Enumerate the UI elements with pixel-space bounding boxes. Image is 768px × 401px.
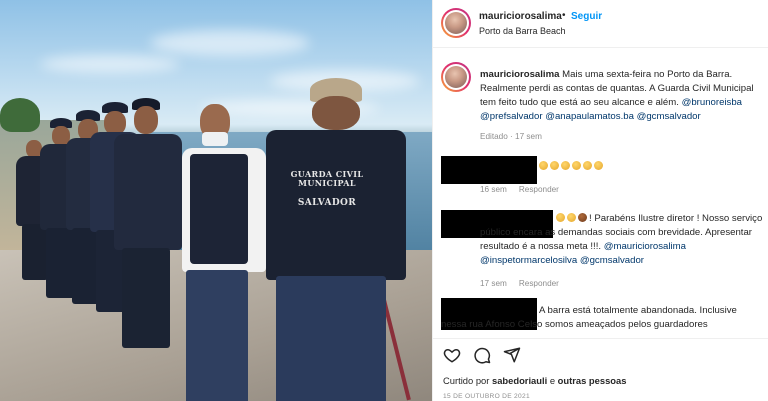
shirt-text: GUARDA CIVIL MUNICIPAL SALVADOR [290, 169, 364, 209]
reply-button[interactable]: Responder [519, 185, 559, 194]
liked-by-others[interactable]: outras pessoas [558, 375, 627, 386]
post-side-panel: mauriciorosalima • Seguir Porto da Barra… [432, 0, 768, 401]
redacted-comment-user [441, 210, 473, 238]
mention-link[interactable]: @inspetormarcelosilva [480, 255, 577, 266]
mention-link[interactable]: @anapaulamatos.ba [545, 111, 634, 122]
comment-emojis [539, 160, 605, 174]
liked-by: Curtido por sabedoriauli e outras pessoa… [443, 375, 627, 386]
redacted-comment-user [441, 156, 537, 184]
avatar[interactable] [441, 8, 471, 38]
comments-list[interactable]: mauriciorosalima Mais uma sexta-feira no… [433, 48, 768, 335]
follow-button[interactable]: Seguir [571, 11, 602, 22]
location-link[interactable]: Porto da Barra Beach [479, 26, 566, 36]
comment-icon[interactable] [473, 346, 491, 364]
mention-link[interactable]: @gcmsalvador [580, 255, 644, 266]
share-icon[interactable] [503, 346, 521, 364]
comment-time: 17 sem [480, 279, 507, 288]
mention-link[interactable]: @gcmsalvador [637, 111, 701, 122]
caption-avatar[interactable] [441, 62, 471, 92]
reply-button[interactable]: Responder [519, 279, 559, 288]
header-username[interactable]: mauriciorosalima [479, 11, 562, 22]
mention-link[interactable]: @brunoreisba [682, 97, 742, 108]
comment-text: A barra está totalmente abandonada. Incl… [539, 305, 737, 316]
caption-meta: Editado · 17 sem [480, 132, 542, 141]
post-caption: mauriciorosalima Mais uma sexta-feira no… [480, 68, 762, 124]
instagram-post-view: GUARDA CIVIL MUNICIPAL SALVADOR mauricio… [0, 0, 768, 401]
post-header: mauriciorosalima • Seguir Porto da Barra… [433, 0, 768, 48]
action-bar [433, 338, 768, 368]
liked-by-user[interactable]: sabedoriauli [492, 375, 547, 386]
header-separator: • [562, 10, 566, 21]
comment-meta: 16 sem Responder [480, 185, 559, 194]
heart-icon[interactable] [443, 346, 461, 364]
mention-link[interactable]: @mauriciorosalima [604, 241, 686, 252]
caption-username[interactable]: mauriciorosalima [480, 69, 559, 80]
comment-text: nessa rua Afonso Celso somos ameaçados p… [441, 319, 708, 330]
post-photo[interactable]: GUARDA CIVIL MUNICIPAL SALVADOR [0, 0, 432, 401]
comment-time: 16 sem [480, 185, 507, 194]
post-date: 15 DE OUTUBRO DE 2021 [443, 393, 530, 400]
comment-text: ! Parabéns Ilustre diretor ! Nosso servi… [480, 212, 766, 268]
comment-meta: 17 sem Responder [480, 279, 559, 288]
mention-link[interactable]: @prefsalvador [480, 111, 543, 122]
